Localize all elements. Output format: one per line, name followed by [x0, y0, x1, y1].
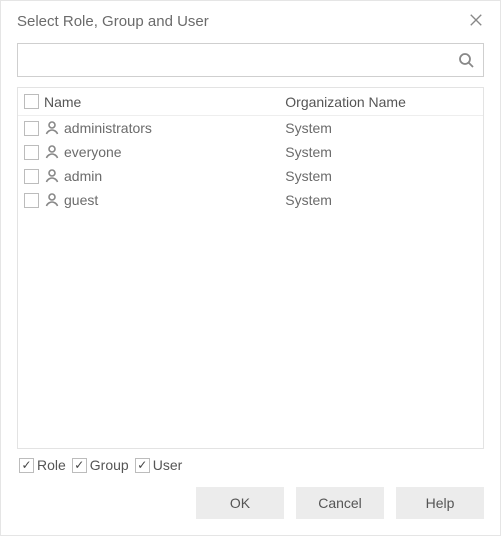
filter-group-checkbox[interactable]: [72, 458, 87, 473]
filter-group-label: Group: [90, 457, 129, 473]
header-name[interactable]: Name: [44, 94, 281, 110]
row-checkbox[interactable]: [24, 193, 39, 208]
filter-user-label: User: [153, 457, 183, 473]
close-icon: [469, 13, 483, 30]
search-field-wrap: [17, 43, 484, 77]
select-principal-dialog: Select Role, Group and User Name Organiz…: [0, 0, 501, 536]
titlebar: Select Role, Group and User: [1, 1, 500, 41]
row-checkbox[interactable]: [24, 121, 39, 136]
row-name: everyone: [64, 144, 122, 160]
user-icon: [44, 120, 60, 136]
select-all-checkbox[interactable]: [24, 94, 39, 109]
help-button[interactable]: Help: [396, 487, 484, 519]
principals-list[interactable]: Name Organization Name administrators Sys…: [17, 87, 484, 449]
dialog-title: Select Role, Group and User: [17, 13, 209, 30]
row-name: administrators: [64, 120, 152, 136]
search-icon[interactable]: [457, 51, 475, 69]
table-row[interactable]: guest System: [18, 188, 483, 212]
filter-user[interactable]: User: [135, 457, 183, 473]
row-org: System: [285, 168, 332, 184]
header-org[interactable]: Organization Name: [281, 94, 483, 110]
type-filter-row: Role Group User: [17, 449, 484, 481]
table-row[interactable]: administrators System: [18, 116, 483, 140]
dialog-body: Name Organization Name administrators Sys…: [1, 41, 500, 481]
row-name: admin: [64, 168, 102, 184]
search-input[interactable]: [26, 44, 457, 76]
filter-role[interactable]: Role: [19, 457, 66, 473]
user-icon: [44, 168, 60, 184]
filter-user-checkbox[interactable]: [135, 458, 150, 473]
cancel-button[interactable]: Cancel: [296, 487, 384, 519]
row-org: System: [285, 144, 332, 160]
dialog-footer: OK Cancel Help: [1, 481, 500, 535]
row-checkbox[interactable]: [24, 145, 39, 160]
table-row[interactable]: everyone System: [18, 140, 483, 164]
row-org: System: [285, 192, 332, 208]
table-row[interactable]: admin System: [18, 164, 483, 188]
row-checkbox[interactable]: [24, 169, 39, 184]
filter-group[interactable]: Group: [72, 457, 129, 473]
close-button[interactable]: [466, 11, 486, 31]
user-icon: [44, 192, 60, 208]
filter-role-label: Role: [37, 457, 66, 473]
row-org: System: [285, 120, 332, 136]
user-icon: [44, 144, 60, 160]
ok-button[interactable]: OK: [196, 487, 284, 519]
row-name: guest: [64, 192, 98, 208]
filter-role-checkbox[interactable]: [19, 458, 34, 473]
list-header: Name Organization Name: [18, 88, 483, 116]
